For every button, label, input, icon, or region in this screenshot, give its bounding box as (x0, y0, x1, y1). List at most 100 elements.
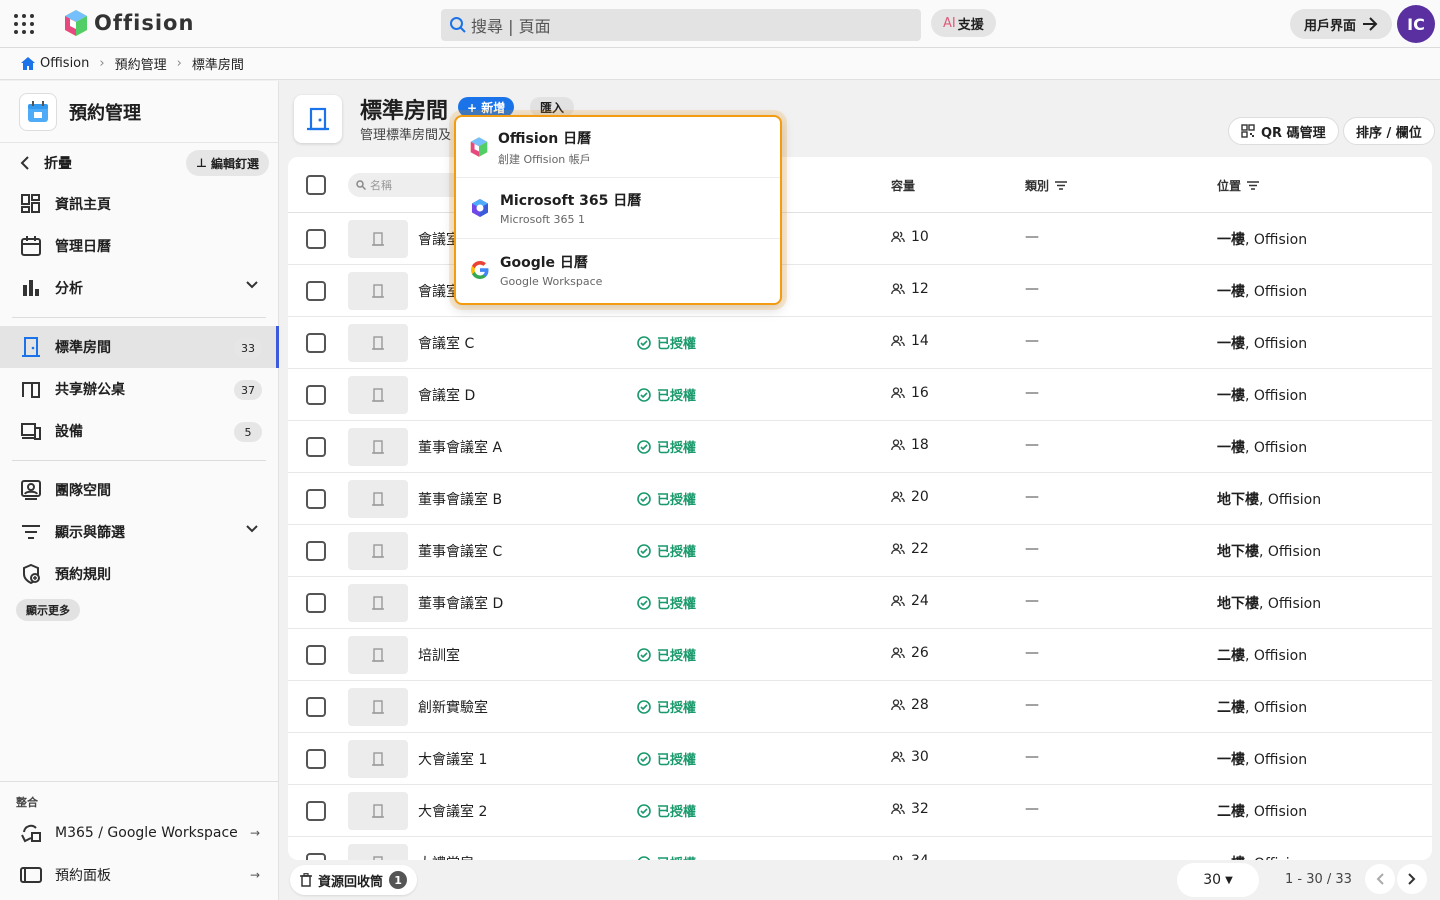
row-checkbox[interactable] (306, 645, 326, 665)
door-icon (372, 752, 384, 766)
table-row[interactable]: 大會議室 2 已授權 32 — 二樓, Offision (288, 785, 1432, 837)
location-cell: 二樓, Offision (1217, 645, 1307, 665)
room-name[interactable]: 大會議室 1 (418, 749, 487, 769)
table-row[interactable]: 董事會議室 C 已授權 22 — 地下樓, Offision (288, 525, 1432, 577)
capacity-value: 22 (911, 541, 929, 557)
import-button[interactable]: 匯入 (530, 97, 575, 117)
table-row[interactable]: 董事會議室 A 已授權 18 — 一樓, Offision (288, 421, 1432, 473)
avatar[interactable]: IC (1397, 5, 1435, 43)
collapse-label: 折疊 (44, 156, 72, 172)
breadcrumb-home[interactable]: Offision (40, 56, 89, 71)
search-input[interactable]: 搜尋 | 頁面 (441, 9, 921, 41)
app-logo[interactable]: Offision (64, 9, 194, 37)
sidebar-item-m365-google[interactable]: M365 / Google Workspace → (0, 812, 278, 854)
dropdown-item-google-calendar[interactable]: Google 日曆 Google Workspace (456, 239, 780, 300)
table-row[interactable]: 董事會議室 B 已授權 20 — 地下樓, Offision (288, 473, 1432, 525)
people-icon (891, 283, 905, 295)
row-checkbox[interactable] (306, 437, 326, 457)
table-row[interactable]: 會議室 D 已授權 16 — 一樓, Offision (288, 369, 1432, 421)
sidebar-item-equipment[interactable]: 設備 5 (0, 410, 278, 452)
table-row[interactable]: 董事會議室 D 已授權 24 — 地下樓, Offision (288, 577, 1432, 629)
prev-page-button[interactable] (1365, 864, 1395, 894)
room-name[interactable]: 董事會議室 D (418, 593, 503, 613)
filter-icon[interactable] (1247, 181, 1260, 190)
sidebar-item-booking-rules[interactable]: 預約規則 (0, 553, 278, 595)
sidebar-item-standard-rooms[interactable]: 標準房間 33 (0, 326, 279, 368)
sort-columns-button[interactable]: 排序 / 欄位 (1343, 117, 1435, 145)
ai-support-button[interactable]: AI 支援 (931, 9, 996, 37)
room-name[interactable]: 董事會議室 A (418, 437, 502, 457)
row-checkbox[interactable] (306, 489, 326, 509)
row-checkbox[interactable] (306, 853, 326, 860)
room-name[interactable]: 創新實驗室 (418, 697, 488, 717)
app-launcher-icon[interactable] (14, 14, 34, 34)
room-name[interactable]: 董事會議室 B (418, 489, 502, 509)
room-thumbnail (348, 844, 408, 860)
capacity-cell: 12 (891, 281, 929, 297)
row-checkbox[interactable] (306, 385, 326, 405)
table-row[interactable]: 培訓室 已授權 26 — 二樓, Offision (288, 629, 1432, 681)
room-name[interactable]: 大會議室 2 (418, 801, 487, 821)
dropdown-item-m365-calendar[interactable]: Microsoft 365 日曆 Microsoft 365 1 (456, 178, 780, 239)
row-checkbox[interactable] (306, 801, 326, 821)
filter-icon[interactable] (1055, 181, 1068, 190)
add-button[interactable]: + 新增 (458, 97, 515, 117)
room-name[interactable]: 大禮堂房 (418, 853, 474, 860)
room-name[interactable]: 董事會議室 C (418, 541, 502, 561)
sidebar-item-dashboard[interactable]: 資訊主頁 (0, 183, 278, 225)
location-cell: 地下樓, Offision (1217, 593, 1321, 613)
category-value: — (1025, 541, 1039, 557)
room-name[interactable]: 會議室 C (418, 333, 474, 353)
sidebar-item-team-space[interactable]: 團隊空間 (0, 469, 278, 511)
breadcrumb: Offision › 預約管理 › 標準房間 (0, 48, 1440, 80)
capacity-cell: 20 (891, 489, 929, 505)
room-name[interactable]: 會議室 D (418, 385, 475, 405)
status-badge: 已授權 (637, 749, 696, 768)
room-name[interactable]: 培訓室 (418, 645, 460, 665)
select-all-checkbox[interactable] (306, 175, 326, 195)
next-page-button[interactable] (1397, 864, 1427, 894)
check-circle-icon (637, 439, 651, 454)
table-row[interactable]: 會議室 C 已授權 14 — 一樓, Offision (288, 317, 1432, 369)
row-checkbox[interactable] (306, 541, 326, 561)
sidebar-item-display-filter[interactable]: 顯示與篩選 (0, 511, 278, 553)
breadcrumb-booking[interactable]: 預約管理 (115, 54, 167, 73)
location-column-header[interactable]: 位置 (1217, 177, 1260, 194)
sidebar-item-calendar[interactable]: 管理日曆 (0, 225, 278, 267)
edit-pins-button[interactable]: ⊥ 編輯釘選 (186, 150, 269, 176)
home-icon[interactable] (20, 56, 36, 71)
rows-per-page-select[interactable]: 30 ▼ (1177, 863, 1259, 897)
people-icon (891, 491, 905, 503)
sidebar-item-shared-desks[interactable]: 共享辦公桌 37 (0, 368, 278, 410)
name-filter-input[interactable]: 名稱 (348, 173, 468, 197)
row-checkbox[interactable] (306, 749, 326, 769)
row-checkbox[interactable] (306, 333, 326, 353)
sidebar-item-booking-panel[interactable]: 預約面板 → (0, 854, 278, 896)
room-thumbnail (348, 792, 408, 830)
row-checkbox[interactable] (306, 229, 326, 249)
door-icon (372, 336, 384, 350)
category-value: — (1025, 229, 1039, 245)
sidebar-item-analytics[interactable]: 分析 (0, 267, 278, 309)
recycle-bin-button[interactable]: 資源回收筒 1 (290, 865, 418, 895)
row-checkbox[interactable] (306, 281, 326, 301)
show-more-button[interactable]: 顯示更多 (16, 599, 80, 621)
check-circle-icon (637, 699, 651, 714)
dropdown-item-offision-calendar[interactable]: Offision 日曆 創建 Offision 帳戶 (456, 117, 780, 178)
user-interface-button[interactable]: 用戶界面 (1290, 9, 1393, 39)
table-row[interactable]: 創新實驗室 已授權 28 — 二樓, Offision (288, 681, 1432, 733)
table-row[interactable]: 大禮堂房 已授權 34 — 一樓, Offision (288, 837, 1432, 860)
user-ui-label: 用戶界面 (1304, 18, 1357, 34)
floor-value: 二樓 (1217, 804, 1245, 820)
table-row[interactable]: 大會議室 1 已授權 30 — 一樓, Offision (288, 733, 1432, 785)
capacity-cell: 28 (891, 697, 929, 713)
qr-label: QR 碼管理 (1261, 125, 1326, 141)
category-column-header[interactable]: 類別 (1025, 177, 1068, 194)
qr-management-button[interactable]: QR 碼管理 (1228, 117, 1339, 145)
capacity-column-header[interactable]: 容量 (891, 177, 915, 194)
row-checkbox[interactable] (306, 593, 326, 613)
floor-value: 一樓 (1217, 440, 1245, 456)
google-logo-icon (471, 260, 489, 279)
collapse-button[interactable]: 折疊 ⊥ 編輯釘選 (0, 143, 278, 183)
row-checkbox[interactable] (306, 697, 326, 717)
